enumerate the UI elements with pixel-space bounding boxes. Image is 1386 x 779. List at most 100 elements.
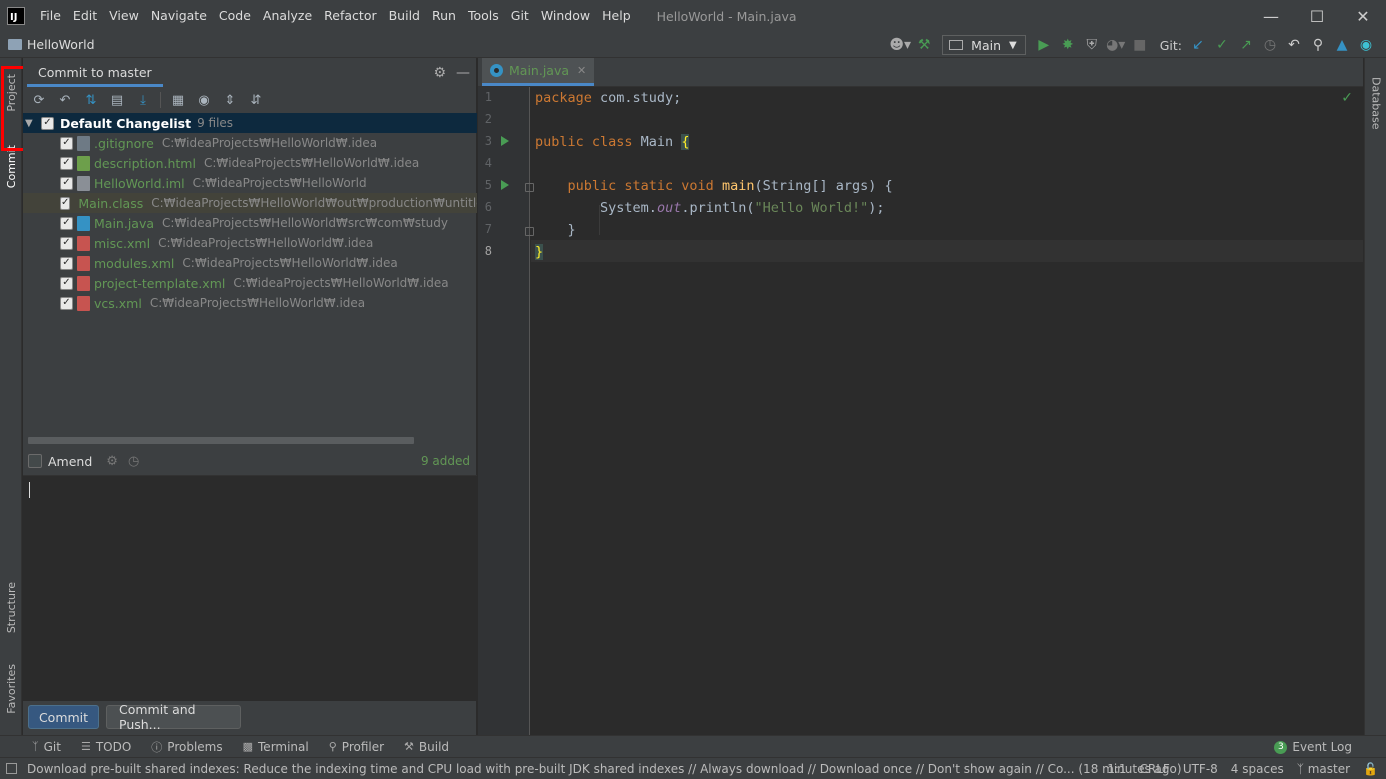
refresh-icon[interactable]: ⟳ [27,89,51,111]
menu-tools[interactable]: Tools [462,0,505,32]
menu-window[interactable]: Window [535,0,596,32]
structure-tool-button[interactable]: Structure [0,574,22,642]
recent-messages-clock-icon[interactable]: ◷ [128,454,139,469]
file-encoding[interactable]: UTF-8 [1183,762,1218,776]
menu-help[interactable]: Help [596,0,637,32]
profiler-tool-button[interactable]: ⚲ Profiler [319,740,394,754]
breadcrumb-project[interactable]: HelloWorld [8,37,95,52]
user-icon[interactable]: ☻▾ [888,34,912,56]
minimize-icon[interactable]: — [1248,0,1294,32]
todo-tool-button[interactable]: ☰ TODO [71,740,141,754]
menu-build[interactable]: Build [383,0,426,32]
line-separator[interactable]: CRLF [1140,762,1170,776]
file-row[interactable]: ✓ Main.java C:₩ideaProjects₩HelloWorld₩s… [23,213,477,233]
commit-message-input[interactable] [23,475,477,701]
indent-setting[interactable]: 4 spaces [1231,762,1284,776]
amend-checkbox[interactable] [28,454,42,468]
caret-position[interactable]: 1:1 [1107,762,1126,776]
menu-file[interactable]: File [34,0,67,32]
file-checkbox[interactable]: ✓ [60,216,73,230]
stop-icon[interactable]: ■ [1128,34,1152,56]
file-checkbox[interactable]: ✓ [60,156,73,170]
chevron-down-icon[interactable]: ▼ [25,118,35,129]
rollback-icon[interactable]: ↶ [53,89,77,111]
git-push-icon[interactable]: ↗ [1234,34,1258,56]
menu-code[interactable]: Code [213,0,257,32]
lock-icon[interactable]: 🔓 [1363,762,1378,776]
run-icon[interactable]: ▶ [1032,34,1056,56]
tool-windows-toggle-icon[interactable] [6,763,17,774]
file-row[interactable]: ✓ misc.xml C:₩ideaProjects₩HelloWorld₩.i… [23,233,477,253]
menu-edit[interactable]: Edit [67,0,103,32]
update-available-icon[interactable]: ▲ [1330,34,1354,56]
diff-icon[interactable]: ⇅ [79,89,103,111]
build-hammer-icon[interactable]: ⚒ [912,34,936,56]
file-row[interactable]: ✓ HelloWorld.iml C:₩ideaProjects₩HelloWo… [23,173,477,193]
horizontal-scrollbar[interactable] [28,437,414,444]
file-row[interactable]: ✓ vcs.xml C:₩ideaProjects₩HelloWorld₩.id… [23,293,477,313]
problems-tool-button[interactable]: ⓘ Problems [141,739,232,755]
commit-options-gear-icon[interactable]: ⚙ [106,454,118,469]
database-tool-button[interactable]: Database [1365,68,1386,138]
build-tool-button[interactable]: ⚒ Build [394,740,459,754]
shelve-icon[interactable]: ⤓ [131,89,155,111]
git-tool-button[interactable]: ᛉ Git [22,740,71,754]
file-row[interactable]: ✓ description.html C:₩ideaProjects₩Hello… [23,153,477,173]
search-icon[interactable]: ⚲ [1306,34,1330,56]
run-configuration-select[interactable]: Main ▼ [942,35,1026,55]
file-row[interactable]: ✓ .gitignore C:₩ideaProjects₩HelloWorld₩… [23,133,477,153]
changelist-row[interactable]: ▼ ✓ Default Changelist 9 files [23,113,477,133]
event-log-button[interactable]: 3 Event Log [1274,736,1352,758]
commit-and-push-button[interactable]: Commit and Push... [106,702,241,732]
menu-run[interactable]: Run [426,0,462,32]
file-path: C:₩ideaProjects₩HelloWorld₩.idea [203,156,420,170]
menu-analyze[interactable]: Analyze [257,0,318,32]
menu-view[interactable]: View [103,0,145,32]
history-icon[interactable]: ◷ [1258,34,1282,56]
maximize-icon[interactable]: ☐ [1294,0,1340,32]
menu-navigate[interactable]: Navigate [145,0,213,32]
git-update-icon[interactable]: ↙ [1186,34,1210,56]
file-checkbox[interactable]: ✓ [60,236,73,250]
menu-refactor[interactable]: Refactor [318,0,382,32]
plugin-icon[interactable]: ◉ [1354,34,1378,56]
gear-icon[interactable]: ⚙ [433,65,446,81]
close-icon[interactable]: ✕ [1340,0,1386,32]
file-checkbox[interactable]: ✓ [60,276,73,290]
git-branch-widget[interactable]: ᛉ master [1297,762,1350,776]
file-row[interactable]: ✓ project-template.xml C:₩ideaProjects₩H… [23,273,477,293]
terminal-tool-button[interactable]: ▩ Terminal [233,740,319,754]
tab-commit-to-master[interactable]: Commit to master [27,58,163,87]
amend-label[interactable]: Amend [48,454,92,469]
changelist-checkbox[interactable]: ✓ [41,116,54,130]
menu-git[interactable]: Git [505,0,535,32]
hide-panel-icon[interactable]: — [456,65,470,81]
code-text-area[interactable]: ✓ package com.study; public class Main {… [531,87,1363,735]
debug-icon[interactable]: ✸ [1056,34,1080,56]
favorites-tool-button[interactable]: Favorites [0,654,22,724]
run-class-gutter-icon[interactable] [501,136,509,146]
inspection-ok-icon[interactable]: ✓ [1341,90,1353,106]
commit-button[interactable]: Commit [28,705,99,729]
file-checkbox[interactable]: ✓ [60,176,73,190]
profile-icon[interactable]: ◕▾ [1104,34,1128,56]
file-row[interactable]: ✓ Main.class C:₩ideaProjects₩HelloWorld₩… [23,193,477,213]
file-checkbox[interactable]: ✓ [60,256,73,270]
status-message[interactable]: Download pre-built shared indexes: Reduc… [6,762,1182,776]
expand-all-icon[interactable]: ⇕ [218,89,242,111]
close-tab-icon[interactable]: ✕ [577,64,586,77]
file-checkbox[interactable]: ✓ [60,136,73,150]
intellij-logo-icon[interactable]: IJ [7,7,25,25]
collapse-all-icon[interactable]: ⇵ [244,89,268,111]
changelist-icon[interactable]: ▤ [105,89,129,111]
group-by-icon[interactable]: ▦ [166,89,190,111]
file-checkbox[interactable]: ✓ [60,196,71,210]
coverage-icon[interactable]: ⛨ [1080,34,1104,56]
eye-icon[interactable]: ◉ [192,89,216,111]
git-commit-icon[interactable]: ✓ [1210,34,1234,56]
rollback-icon[interactable]: ↶ [1282,34,1306,56]
file-checkbox[interactable]: ✓ [60,296,73,310]
run-main-gutter-icon[interactable] [501,180,509,190]
tab-main-java[interactable]: Main.java ✕ [482,58,595,86]
file-row[interactable]: ✓ modules.xml C:₩ideaProjects₩HelloWorld… [23,253,477,273]
